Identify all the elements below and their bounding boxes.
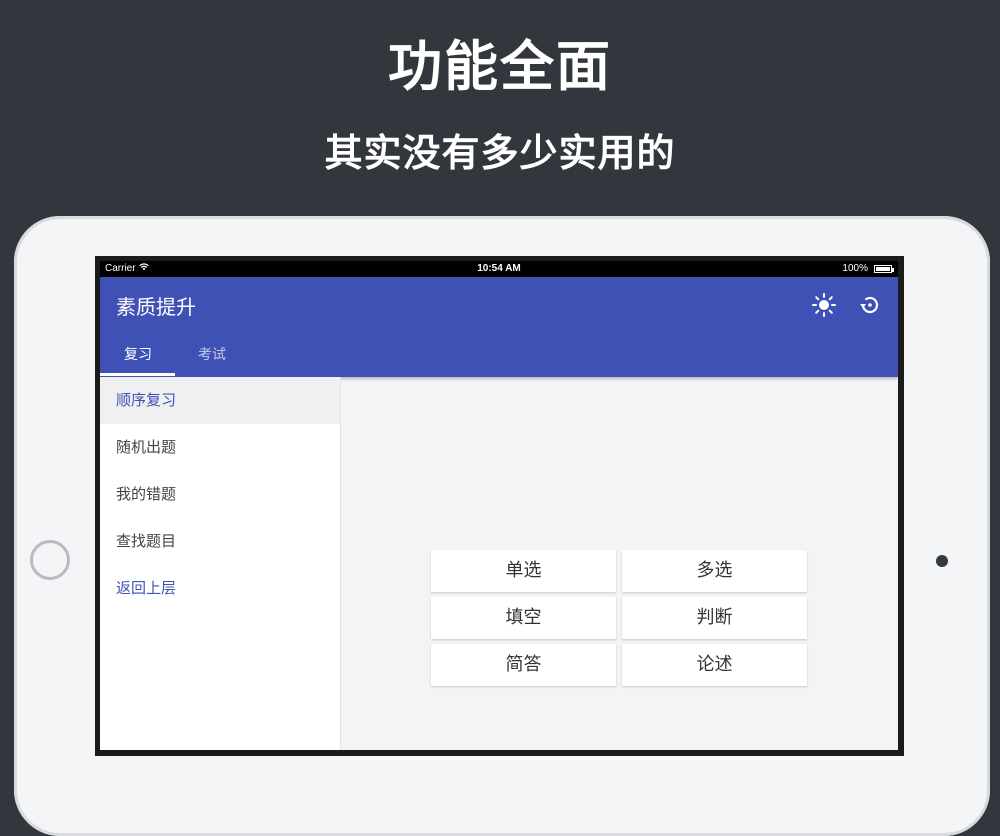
tab-review[interactable]: 复习 — [124, 344, 152, 364]
history-icon[interactable] — [856, 291, 884, 319]
app-bar: 素质提升 复习 考试 — [100, 277, 898, 377]
fill-blank-button[interactable]: 填空 — [431, 597, 616, 639]
sidebar-item-my-mistakes[interactable]: 我的错题 — [100, 471, 340, 518]
status-bar: Carrier 10:54 AM 100% — [100, 261, 898, 277]
home-button — [30, 540, 70, 580]
camera-dot — [936, 555, 948, 567]
multiple-choice-button[interactable]: 多选 — [622, 550, 807, 592]
true-false-button[interactable]: 判断 — [622, 597, 807, 639]
single-choice-button[interactable]: 单选 — [431, 550, 616, 592]
app-title: 素质提升 — [116, 295, 196, 319]
tab-indicator — [100, 373, 175, 376]
promo-headline: 功能全面 — [388, 35, 612, 98]
sidebar: 顺序复习 随机出题 我的错题 查找题目 返回上层 — [100, 377, 341, 750]
promo-subheadline: 其实没有多少实用的 — [324, 131, 676, 175]
status-time: 10:54 AM — [477, 263, 521, 274]
sidebar-item-search-questions[interactable]: 查找题目 — [100, 518, 340, 565]
sidebar-item-sequential-review[interactable]: 顺序复习 — [100, 377, 340, 424]
sidebar-item-random-questions[interactable]: 随机出题 — [100, 424, 340, 471]
sidebar-item-go-back[interactable]: 返回上层 — [100, 565, 340, 612]
brightness-icon[interactable] — [810, 291, 838, 319]
battery-icon — [874, 265, 894, 273]
short-answer-button[interactable]: 简答 — [431, 644, 616, 686]
tab-exam[interactable]: 考试 — [198, 344, 226, 364]
battery-percent: 100% — [842, 263, 868, 274]
essay-button[interactable]: 论述 — [622, 644, 807, 686]
app-screen: Carrier 10:54 AM 100% 素质提升 复习 考试 顺序复习 随机… — [100, 261, 898, 750]
